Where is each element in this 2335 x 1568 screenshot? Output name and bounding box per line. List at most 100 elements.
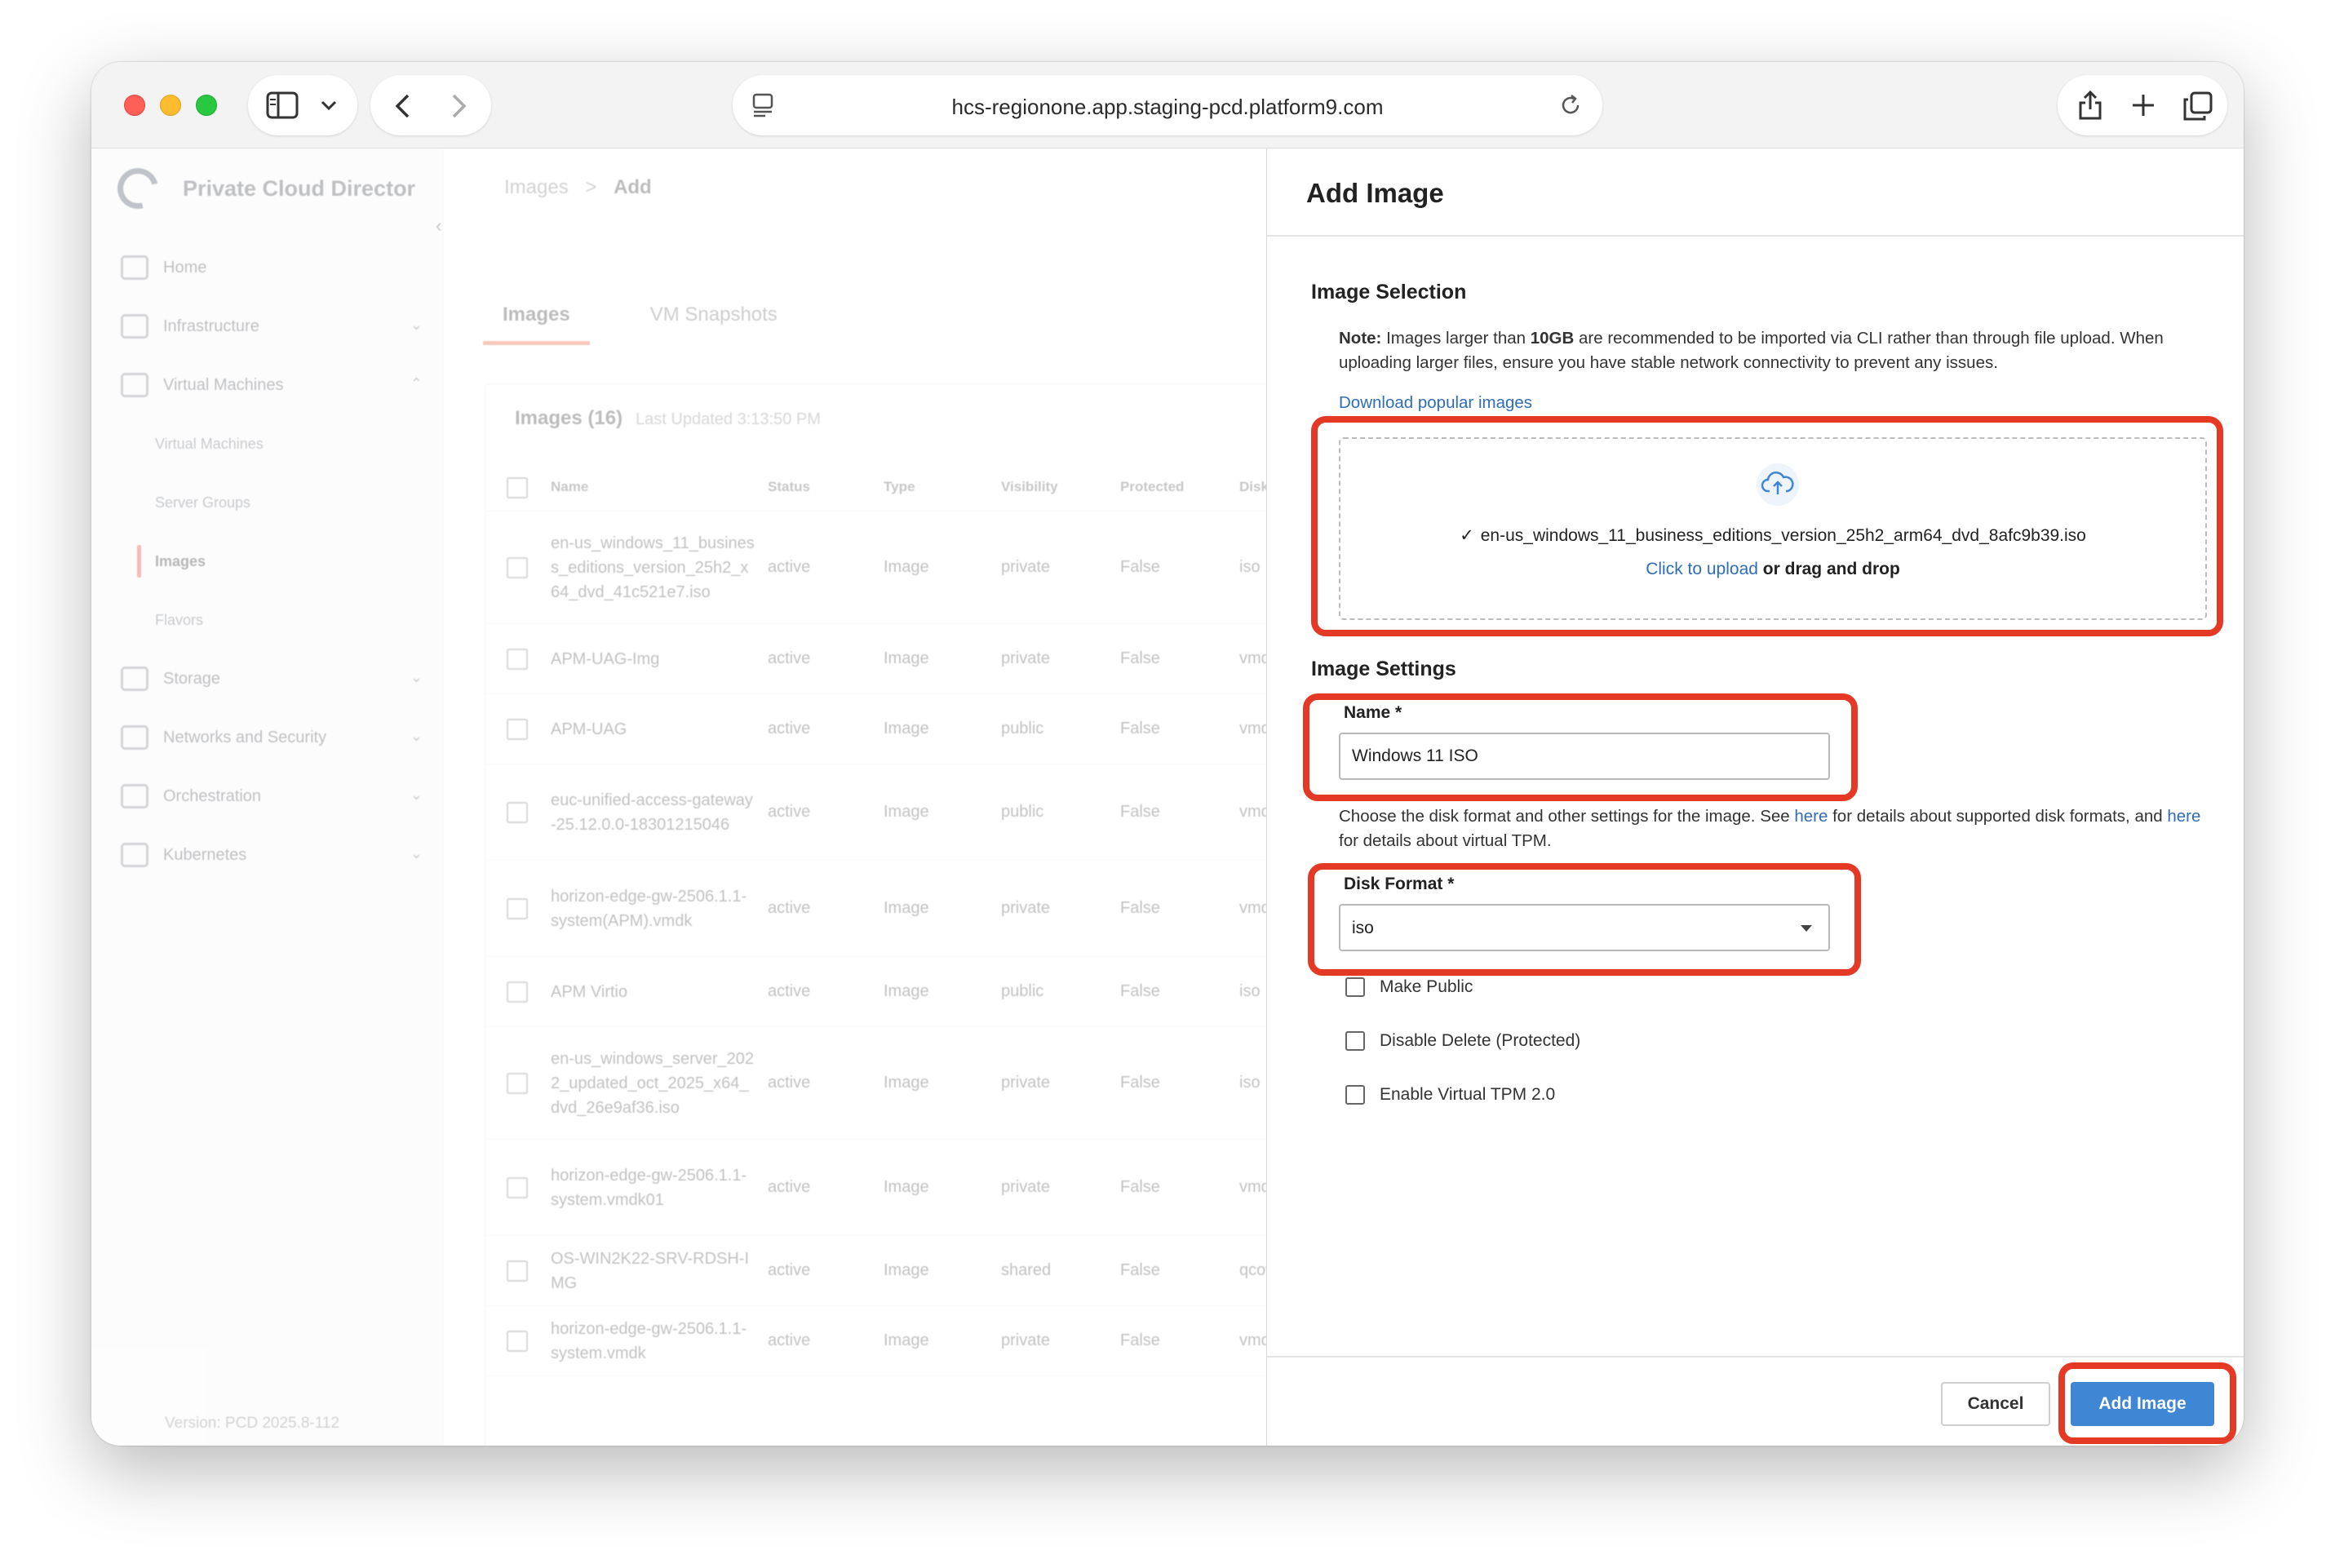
- cell-name[interactable]: APM-UAG: [551, 704, 755, 754]
- network-icon: [121, 725, 148, 750]
- chevron-down-icon: ⌄: [410, 845, 423, 862]
- table-row[interactable]: en-us_windows_server_2022_updated_oct_20…: [485, 1027, 1283, 1140]
- cell-name[interactable]: en-us_windows_server_2022_updated_oct_20…: [551, 1037, 755, 1129]
- minimize-window-button[interactable]: [160, 95, 181, 116]
- sidebar-subitem-flavors[interactable]: Flavors: [121, 591, 423, 649]
- table-row[interactable]: horizon-edge-gw-2506.1.1-system.vmdk acti…: [485, 1306, 1283, 1376]
- table-row[interactable]: APM Virtio active Image public False iso: [485, 957, 1283, 1027]
- cell-name[interactable]: OS-WIN2K22-SRV-RDSH-IMG: [551, 1246, 755, 1296]
- checkbox-box[interactable]: [1345, 977, 1365, 997]
- cell-visibility: public: [1001, 982, 1044, 1000]
- cell-status: active: [768, 803, 811, 821]
- sidebar-item-label: Virtual Machines: [163, 375, 284, 394]
- new-tab-icon[interactable]: [2131, 93, 2156, 117]
- sidebar-item-infrastructure[interactable]: Infrastructure ⌄: [121, 297, 423, 356]
- checkbox-box[interactable]: [1345, 1085, 1365, 1105]
- table-row[interactable]: OS-WIN2K22-SRV-RDSH-IMG active Image shared…: [485, 1236, 1287, 1306]
- make-public-checkbox[interactable]: Make Public: [1345, 977, 1473, 997]
- table-row[interactable]: en-us_windows_11_business_editions_versi…: [485, 512, 1283, 624]
- reload-icon[interactable]: [1558, 93, 1583, 117]
- row-checkbox[interactable]: [507, 981, 528, 1003]
- download-popular-images-link[interactable]: Download popular images: [1339, 393, 1532, 413]
- table-row[interactable]: APM-UAG active Image public False vmdk: [485, 694, 1283, 764]
- disk-format-help: Choose the disk format and other setting…: [1339, 807, 2201, 850]
- sidebar-item-storage[interactable]: Storage ⌄: [121, 649, 423, 708]
- cell-type: Image: [884, 1074, 929, 1092]
- sidebar-subitem-server-groups[interactable]: Server Groups: [121, 473, 423, 532]
- back-icon[interactable]: [393, 93, 413, 119]
- cell-name[interactable]: horizon-edge-gw-2506.1.1-system(APM).vmd…: [551, 870, 755, 946]
- address-bar[interactable]: hcs-regionone.app.staging-pcd.platform9.…: [733, 75, 1602, 135]
- row-checkbox[interactable]: [507, 719, 528, 740]
- cell-name[interactable]: APM Virtio: [551, 967, 755, 1017]
- enable-vtpm-checkbox[interactable]: Enable Virtual TPM 2.0: [1345, 1085, 1555, 1105]
- cell-name[interactable]: horizon-edge-gw-2506.1.1-system.vmdk01: [551, 1149, 755, 1225]
- table-row[interactable]: horizon-edge-gw-2506.1.1-system(APM).vmd…: [485, 861, 1283, 957]
- cell-protected: False: [1120, 720, 1160, 737]
- cell-visibility: public: [1001, 803, 1044, 821]
- row-checkbox[interactable]: [507, 649, 528, 670]
- tab-images[interactable]: Images: [483, 295, 590, 345]
- sidebar-item-orchestration[interactable]: Orchestration ⌄: [121, 767, 423, 826]
- sidebar-item-virtual-machines[interactable]: Virtual Machines ⌃: [121, 356, 423, 414]
- cell-protected: False: [1120, 1178, 1160, 1196]
- close-window-button[interactable]: [124, 95, 145, 116]
- row-checkbox[interactable]: [507, 802, 528, 823]
- row-checkbox[interactable]: [507, 898, 528, 919]
- cell-name[interactable]: horizon-edge-gw-2506.1.1-system.vmdk: [551, 1316, 755, 1366]
- col-disk[interactable]: Disk: [1239, 479, 1269, 495]
- virtual-tpm-link[interactable]: here: [2167, 807, 2200, 826]
- cell-protected: False: [1120, 558, 1160, 576]
- row-checkbox[interactable]: [507, 1260, 528, 1282]
- sidebar-nav: Home Infrastructure ⌄ Virtual Machines ⌃ V…: [121, 238, 423, 884]
- cancel-button[interactable]: Cancel: [1941, 1382, 2050, 1426]
- sidebar-toggle-button[interactable]: [248, 75, 357, 135]
- cell-name[interactable]: APM-UAG-Img: [551, 634, 755, 684]
- table-row[interactable]: euc-unified-access-gateway-25.12.0.0-183…: [485, 764, 1283, 861]
- disable-delete-checkbox[interactable]: Disable Delete (Protected): [1345, 1031, 1580, 1051]
- tab-overview-icon[interactable]: [2183, 91, 2213, 121]
- cell-name[interactable]: euc-unified-access-gateway-25.12.0.0-183…: [551, 774, 755, 850]
- cell-status: active: [768, 1178, 811, 1196]
- kubernetes-icon: [121, 843, 148, 867]
- cell-name[interactable]: en-us_windows_11_business_editions_versi…: [551, 521, 755, 613]
- sidebar-subitem-virtual-machines[interactable]: Virtual Machines: [121, 414, 423, 473]
- sidebar-item-home[interactable]: Home: [121, 238, 423, 297]
- zoom-window-button[interactable]: [196, 95, 217, 116]
- table-row[interactable]: APM-UAG-Img active Image private False vmdk: [485, 624, 1283, 694]
- forward-icon[interactable]: [449, 93, 468, 119]
- chevron-down-icon[interactable]: [320, 100, 338, 111]
- sidebar-subitem-images[interactable]: Images: [121, 532, 423, 591]
- cell-type: Image: [884, 1331, 929, 1349]
- col-status[interactable]: Status: [768, 479, 810, 495]
- col-type[interactable]: Type: [884, 479, 915, 495]
- disk-formats-link[interactable]: here: [1794, 807, 1828, 826]
- col-visibility[interactable]: Visibility: [1001, 479, 1058, 495]
- share-icon[interactable]: [2077, 90, 2103, 121]
- highlight-add-button: [2058, 1362, 2236, 1444]
- cell-status: active: [768, 649, 811, 667]
- col-name[interactable]: Name: [551, 479, 588, 495]
- version-label: Version: PCD 2025.8-112: [165, 1415, 340, 1432]
- select-all-checkbox[interactable]: [507, 477, 528, 498]
- image-settings-heading: Image Settings: [1311, 658, 1456, 680]
- row-checkbox[interactable]: [507, 1331, 528, 1352]
- highlight-dropzone: [1311, 416, 2223, 636]
- sidebar-item-networks[interactable]: Networks and Security ⌄: [121, 708, 423, 767]
- cell-status: active: [768, 558, 811, 576]
- breadcrumb-separator: >: [585, 176, 597, 198]
- row-checkbox[interactable]: [507, 1177, 528, 1198]
- table-title: Images (16) Last Updated 3:13:50 PM: [515, 407, 821, 429]
- sidebar-item-kubernetes[interactable]: Kubernetes ⌄: [121, 826, 423, 884]
- row-checkbox[interactable]: [507, 1073, 528, 1094]
- cell-type: Image: [884, 558, 929, 576]
- col-protected[interactable]: Protected: [1120, 479, 1184, 495]
- checkbox-box[interactable]: [1345, 1031, 1365, 1051]
- table-row[interactable]: horizon-edge-gw-2506.1.1-system.vmdk01 ac…: [485, 1140, 1283, 1236]
- sidebar: Private Cloud Director ‹ Home Infrastruc…: [91, 148, 444, 1446]
- collapse-sidebar-icon[interactable]: ‹: [436, 215, 441, 237]
- row-checkbox[interactable]: [507, 557, 528, 578]
- tab-vm-snapshots[interactable]: VM Snapshots: [631, 295, 797, 345]
- breadcrumb-root[interactable]: Images: [504, 176, 569, 198]
- cell-status: active: [768, 982, 811, 1000]
